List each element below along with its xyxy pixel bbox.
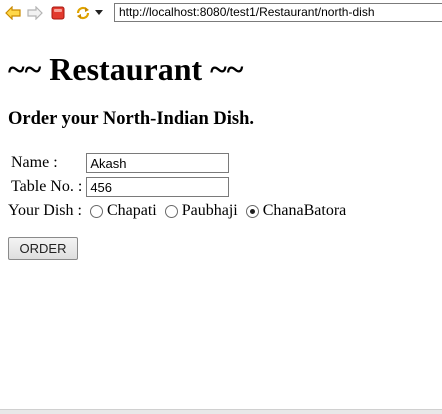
url-text: http://localhost:8080/test1/Restaurant/n… [119, 5, 375, 19]
radio-chanabatora[interactable] [245, 204, 259, 218]
stop-icon[interactable] [48, 3, 68, 23]
table-number-label: Table No. : [11, 178, 83, 195]
page-subtitle: Order your North-Indian Dish. [8, 109, 255, 129]
browser-window: http://localhost:8080/test1/Restaurant/n… [0, 0, 442, 414]
order-button[interactable]: ORDER [8, 237, 78, 260]
name-row: Name : [10, 152, 230, 174]
radio-label-paubhaji: Paubhaji [181, 202, 238, 219]
back-arrow-icon[interactable] [3, 3, 23, 23]
radio-selected-dot [249, 208, 255, 214]
radio-label-chapati: Chapati [106, 202, 157, 219]
address-bar[interactable]: http://localhost:8080/test1/Restaurant/n… [114, 3, 442, 22]
table-row: Table No. : [10, 176, 230, 198]
name-label: Name : [11, 154, 58, 171]
forward-arrow-icon[interactable] [25, 3, 45, 23]
status-bar [0, 409, 442, 414]
radio-chapati[interactable] [89, 204, 103, 218]
table-number-input[interactable] [86, 177, 230, 197]
dish-label: Your Dish : [8, 202, 82, 219]
radio-label-chanabatora: ChanaBatora [262, 202, 347, 219]
radio-paubhaji[interactable] [164, 204, 178, 218]
dropdown-arrow-icon[interactable] [92, 3, 106, 23]
order-form-table: Name : Table No. : [8, 150, 232, 200]
name-input[interactable] [86, 153, 230, 173]
page-title: ~~ Restaurant ~~ [8, 51, 244, 87]
browser-toolbar: http://localhost:8080/test1/Restaurant/n… [0, 0, 442, 27]
refresh-icon[interactable] [73, 3, 93, 23]
dish-selection: Your Dish : Chapati Paubhaji ChanaBatora [8, 202, 346, 220]
